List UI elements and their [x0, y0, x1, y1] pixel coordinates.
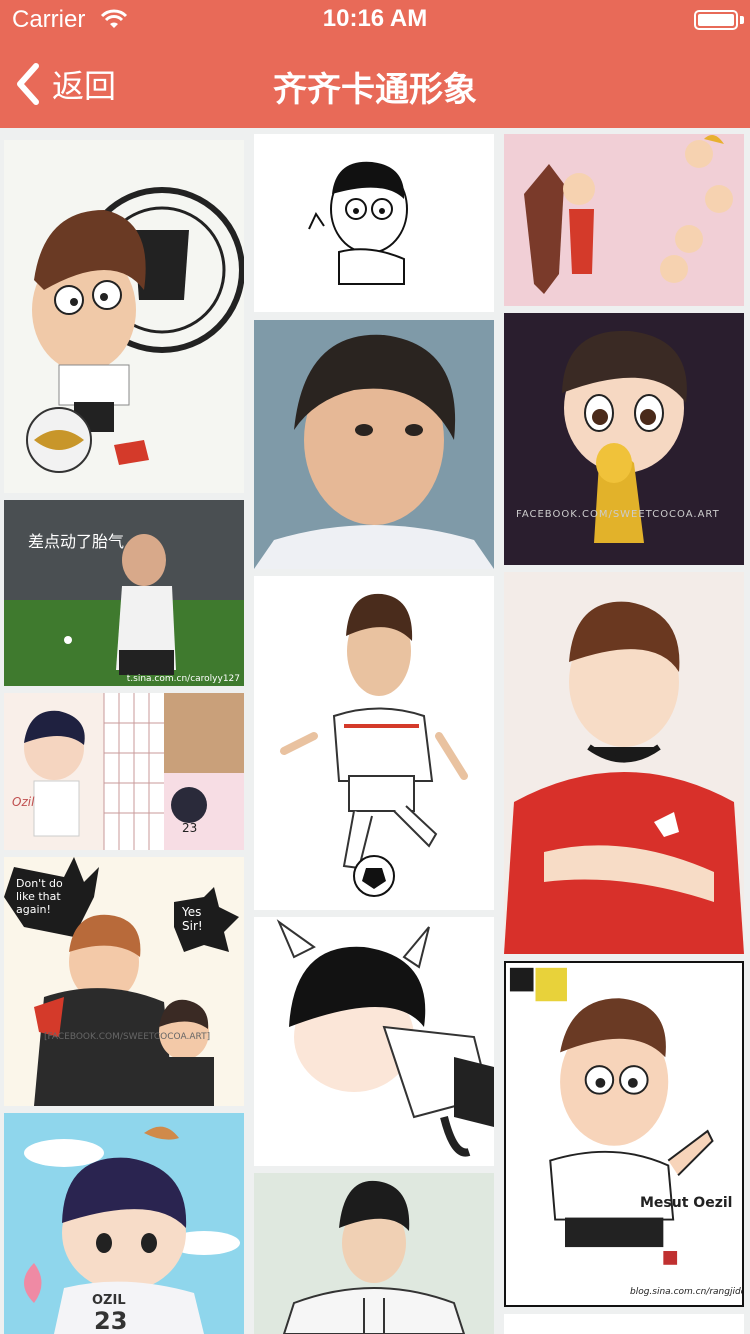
image-tile[interactable]: [254, 320, 494, 569]
image-tile[interactable]: FACEBOOK.COM/SWEETCOCOA.ART: [504, 313, 744, 565]
tile-watermark: [FACEBOOK.COM/SWEETCOCOA.ART]: [44, 1032, 211, 1042]
image-tile[interactable]: [504, 134, 744, 306]
navigation-bar: 返回 齐齐卡通形象: [0, 40, 750, 128]
tile-watermark: FACEBOOK.COM/SWEETCOCOA.ART: [516, 509, 720, 520]
image-tile[interactable]: [254, 134, 494, 312]
image-tile[interactable]: [254, 917, 494, 1166]
status-time: 10:16 AM: [322, 5, 428, 32]
tile-number: 23: [182, 821, 198, 835]
tile-caption: 差点动了胎气: [28, 532, 125, 551]
image-tile[interactable]: [504, 1314, 744, 1334]
tile-bubble-text: Yes Sir!: [182, 905, 203, 933]
cartoon-image: [509, 967, 714, 1265]
image-tile[interactable]: [4, 140, 244, 493]
image-grid: 差点动了胎气 t.sina.com.cn/carolyy127 Ozil 23: [0, 128, 750, 1334]
image-tile[interactable]: [504, 572, 744, 954]
cartoon-image: [26, 187, 244, 473]
cartoon-image: [504, 134, 744, 306]
cartoon-image: [280, 593, 468, 897]
app-header: Carrier 10:16 AM 返回 齐齐卡通形象: [0, 0, 750, 128]
status-bar: Carrier 10:16 AM: [0, 0, 750, 40]
back-label: 返回: [52, 68, 117, 104]
cartoon-image: [504, 601, 744, 954]
image-tile[interactable]: OZIL 23: [4, 1113, 244, 1334]
image-tile[interactable]: Mesut Oezil blog.sina.com.cn/rangjidong: [504, 961, 744, 1307]
chevron-left-icon: [17, 63, 39, 105]
tile-name: Ozil: [12, 795, 35, 809]
image-tile[interactable]: [254, 1173, 494, 1334]
battery-tip: [740, 16, 744, 24]
image-tile[interactable]: [254, 576, 494, 910]
cartoon-image: [562, 330, 687, 543]
cartoon-image: [276, 919, 494, 1157]
back-button[interactable]: 返回: [14, 58, 116, 110]
image-tile[interactable]: 差点动了胎气 t.sina.com.cn/carolyy127: [4, 500, 244, 686]
tile-bubble-text: Don't do like that again!: [16, 877, 63, 916]
image-tile[interactable]: Ozil 23: [4, 693, 244, 850]
tile-label: Mesut Oezil: [640, 1195, 733, 1211]
battery-icon: [694, 10, 738, 30]
tile-source: t.sina.com.cn/carolyy127: [126, 674, 240, 684]
cartoon-image: [24, 693, 244, 850]
sketch-image: [308, 161, 408, 285]
tile-source: blog.sina.com.cn/rangjidong: [630, 1287, 742, 1297]
tile-name: OZIL: [92, 1293, 126, 1308]
tile-number: 23: [94, 1307, 128, 1334]
photo-image: [254, 320, 494, 569]
image-tile[interactable]: Don't do like that again! Yes Sir! [FACE…: [4, 857, 244, 1106]
cartoon-image: [282, 1180, 466, 1334]
